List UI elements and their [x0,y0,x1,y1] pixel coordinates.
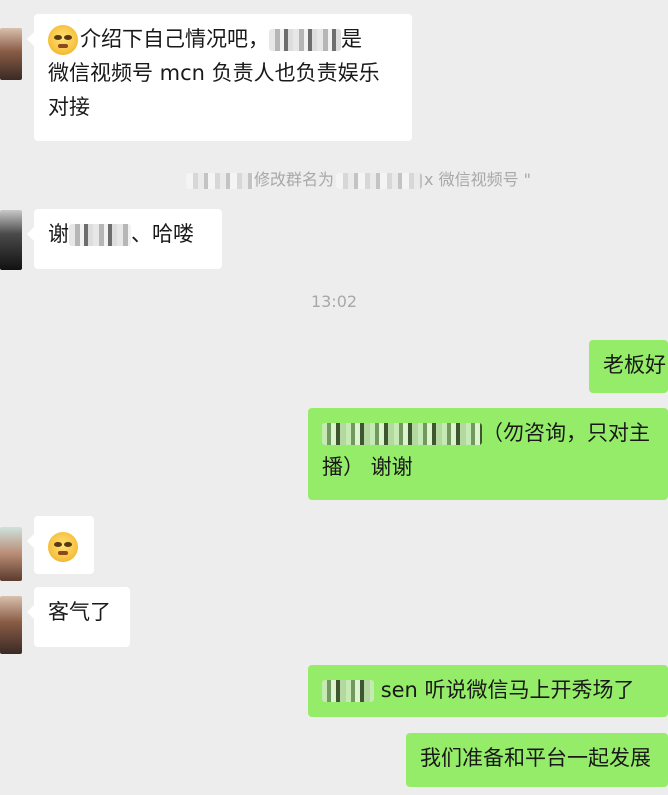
outgoing-message-bubble[interactable]: sen 听说微信马上开秀场了 [308,665,668,717]
message-text: 客气了 [48,600,111,624]
message-line: 微信视频号 mcn 负责人也负责娱乐 [48,61,380,85]
system-rename-notice: 修改群名为 x 微信视频号 " [186,166,531,190]
outgoing-message-bubble[interactable]: 我们准备和平台一起发展 [406,733,668,787]
outgoing-message-bubble[interactable]: 老板好 [589,340,668,393]
incoming-message-bubble[interactable]: 客气了 [27,587,130,647]
avatar[interactable] [0,210,22,270]
message-text: 介绍下自己情况吧， [80,27,269,51]
message-text: （勿咨询，只对主 [482,421,650,445]
message-text: 、哈喽 [131,222,194,246]
message-text: 我们准备和平台一起发展 [420,746,651,770]
incoming-message-bubble[interactable]: 谢 、哈喽 [27,209,222,269]
message-text: 老板好 [603,353,666,377]
message-text: 是 [341,27,362,51]
outgoing-message-bubble[interactable]: （勿咨询，只对主 播） 谢谢 [308,408,668,500]
incoming-message-bubble[interactable]: 介绍下自己情况吧， 是 微信视频号 mcn 负责人也负责娱乐 对接 [27,14,412,141]
chat-window: 介绍下自己情况吧， 是 微信视频号 mcn 负责人也负责娱乐 对接 修改群名为 x … [0,0,668,795]
redacted-name [186,172,254,189]
timestamp: 13:02 [310,292,358,311]
smiling-face-emoji-icon [48,25,78,55]
message-line: （勿咨询，只对主 [322,416,668,450]
message-line: 播） 谢谢 [322,455,413,479]
avatar[interactable] [0,527,22,581]
redacted-name [322,423,482,445]
redacted-name [336,172,423,189]
redacted-name [69,224,131,246]
redacted-name [269,29,341,51]
avatar[interactable] [0,596,22,654]
message-line: 介绍下自己情况吧， 是 [48,22,398,56]
message-line: 对接 [48,95,90,119]
avatar[interactable] [0,28,22,80]
message-text: 谢 [48,222,69,246]
smiling-face-emoji-icon [48,532,78,562]
system-text: x 微信视频号 " [424,170,532,189]
message-text: sen 听说微信马上开秀场了 [380,678,635,702]
incoming-message-bubble[interactable] [27,516,94,574]
system-text: 修改群名为 [254,170,335,189]
redacted-name [322,680,374,702]
